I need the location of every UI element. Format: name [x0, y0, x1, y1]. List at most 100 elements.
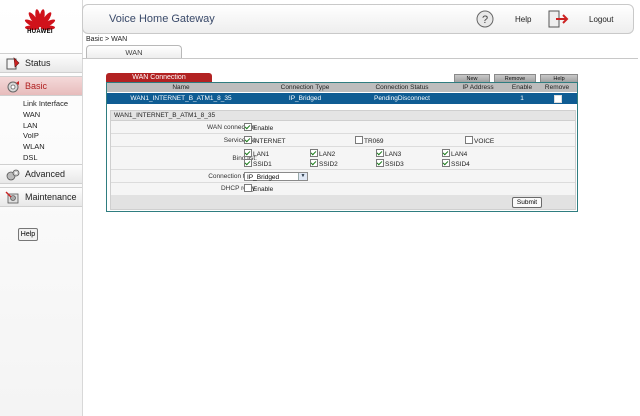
basic-gear-icon — [7, 81, 19, 93]
dhcp-relay-checkbox[interactable] — [244, 184, 252, 192]
nav-status-label: Status — [25, 58, 51, 68]
bind-lan4: LAN4 — [442, 149, 467, 158]
nav-basic[interactable]: Basic — [0, 76, 82, 96]
cell-name: WAN1_INTERNET_B_ATM1_8_35 — [130, 95, 232, 102]
bind-ssid3-label: SSID3 — [385, 161, 404, 168]
status-icon — [6, 57, 20, 70]
cell-enable: 1 — [520, 95, 524, 102]
tab-divider — [82, 58, 638, 59]
nav-advanced[interactable]: Advanced — [0, 164, 82, 184]
service-internet: INTERNET — [244, 136, 286, 145]
sidebar-item-wlan[interactable]: WLAN — [23, 142, 45, 151]
huawei-flower-icon — [24, 9, 56, 30]
sidebar: HUAWEI Status Basic Link Interface WAN L… — [0, 0, 83, 416]
bind-lan2: LAN2 — [310, 149, 335, 158]
service-tr069: TR069 — [355, 136, 384, 145]
bind-ssid4-checkbox[interactable] — [442, 159, 450, 167]
logout-icon[interactable] — [547, 9, 569, 29]
table-header: Name Connection Type Connection Status I… — [107, 83, 577, 92]
advanced-tools-icon — [6, 169, 20, 181]
bind-ssid3: SSID3 — [376, 159, 404, 168]
col-enable: Enable — [511, 84, 533, 91]
bind-ssid4-label: SSID4 — [451, 161, 470, 168]
bind-lan1-checkbox[interactable] — [244, 149, 252, 157]
service-voice-label: VOICE — [474, 138, 495, 145]
row-service-list: Service list: INTERNET TR069 VOICE — [111, 134, 575, 147]
bind-ssid4: SSID4 — [442, 159, 470, 168]
nav-status[interactable]: Status — [0, 53, 82, 73]
sidebar-item-dsl[interactable]: DSL — [23, 153, 38, 162]
connection-type-select[interactable]: IP_Bridged ▼ — [244, 172, 308, 181]
cell-status: PendingDisconnect — [373, 95, 430, 102]
svg-text:?: ? — [482, 14, 488, 26]
cell-type: IP_Bridged — [288, 95, 322, 102]
huawei-logo: HUAWEI — [14, 4, 66, 44]
sidebar-help-button[interactable]: Help — [18, 228, 38, 241]
header-bar: Voice Home Gateway ? Help Logout — [82, 4, 634, 34]
chevron-down-icon: ▼ — [298, 173, 307, 180]
wan-config-form: WAN1_INTERNET_B_ATM1_8_35 WAN connection… — [110, 110, 576, 210]
connection-type-value: IP_Bridged — [247, 174, 280, 181]
sidebar-item-wan[interactable]: WAN — [23, 110, 40, 119]
dhcp-relay-enable-label: Enable — [253, 186, 274, 193]
bind-ssid1-checkbox[interactable] — [244, 159, 252, 167]
form-title: WAN1_INTERNET_B_ATM1_8_35 — [114, 112, 216, 119]
service-voice: VOICE — [465, 136, 494, 145]
bind-ssid2: SSID2 — [310, 159, 338, 168]
col-remove: Remove — [544, 84, 570, 91]
submit-button[interactable]: Submit — [512, 197, 542, 208]
bind-ssid3-checkbox[interactable] — [376, 159, 384, 167]
form-header: WAN1_INTERNET_B_ATM1_8_35 — [111, 111, 575, 121]
dhcp-relay-field: Enable — [244, 184, 273, 193]
form-footer: Submit — [111, 195, 575, 209]
logout-link[interactable]: Logout — [589, 15, 613, 24]
wan-connection-title: WAN Connection — [106, 73, 212, 82]
page-title: Voice Home Gateway — [109, 13, 215, 25]
wan-connection-table: Name Connection Type Connection Status I… — [106, 82, 578, 212]
help-link[interactable]: Help — [515, 15, 531, 24]
help-icon[interactable]: ? — [476, 10, 494, 28]
maintenance-icon — [5, 191, 19, 204]
col-connection-type: Connection Type — [280, 84, 330, 91]
bind-ssid1: SSID1 — [244, 159, 272, 168]
logo-text: HUAWEI — [27, 29, 53, 35]
sidebar-item-voip[interactable]: VoIP — [23, 131, 39, 140]
table-row[interactable]: WAN1_INTERNET_B_ATM1_8_35 IP_Bridged Pen… — [107, 93, 577, 104]
col-name: Name — [172, 84, 190, 91]
bind-lan2-checkbox[interactable] — [310, 149, 318, 157]
bind-lan4-label: LAN4 — [451, 151, 468, 158]
bind-ssid2-label: SSID2 — [319, 161, 338, 168]
row-connection-type: Connection type: IP_Bridged ▼ — [111, 170, 575, 183]
bind-ssid1-label: SSID1 — [253, 161, 272, 168]
bind-lan3-label: LAN3 — [385, 151, 402, 158]
service-internet-checkbox[interactable] — [244, 136, 252, 144]
bind-lan3-checkbox[interactable] — [376, 149, 384, 157]
nav-maintenance[interactable]: Maintenance — [0, 187, 82, 207]
bind-lan4-checkbox[interactable] — [442, 149, 450, 157]
sidebar-item-lan[interactable]: LAN — [23, 121, 38, 130]
bind-lan1: LAN1 — [244, 149, 269, 158]
col-connection-status: Connection Status — [375, 84, 429, 91]
row-wan-connection: WAN connection: Enable — [111, 121, 575, 134]
service-tr069-checkbox[interactable] — [355, 136, 363, 144]
sidebar-item-link-interface[interactable]: Link Interface — [23, 99, 68, 108]
bind-lan1-label: LAN1 — [253, 151, 270, 158]
service-internet-label: INTERNET — [253, 138, 286, 145]
wan-connection-checkbox[interactable] — [244, 123, 252, 131]
nav-advanced-label: Advanced — [25, 169, 66, 179]
breadcrumb: Basic > WAN — [86, 36, 128, 43]
row-remove-checkbox[interactable] — [554, 95, 562, 103]
wan-connection-field: Enable — [244, 123, 273, 132]
bind-lan3: LAN3 — [376, 149, 401, 158]
wan-connection-enable-label: Enable — [253, 125, 274, 132]
row-dhcp-relay: DHCP relay: Enable — [111, 183, 575, 194]
col-ip-address: IP Address — [462, 84, 494, 91]
bind-lan2-label: LAN2 — [319, 151, 336, 158]
nav-maintenance-label: Maintenance — [25, 192, 77, 202]
row-bind-list: Bind list: LAN1 LAN2 LAN3 LAN4 SSID1 SSI… — [111, 147, 575, 170]
bind-ssid2-checkbox[interactable] — [310, 159, 318, 167]
service-voice-checkbox[interactable] — [465, 136, 473, 144]
nav-basic-label: Basic — [25, 81, 48, 91]
service-tr069-label: TR069 — [364, 138, 384, 145]
tab-wan[interactable]: WAN — [86, 45, 182, 59]
